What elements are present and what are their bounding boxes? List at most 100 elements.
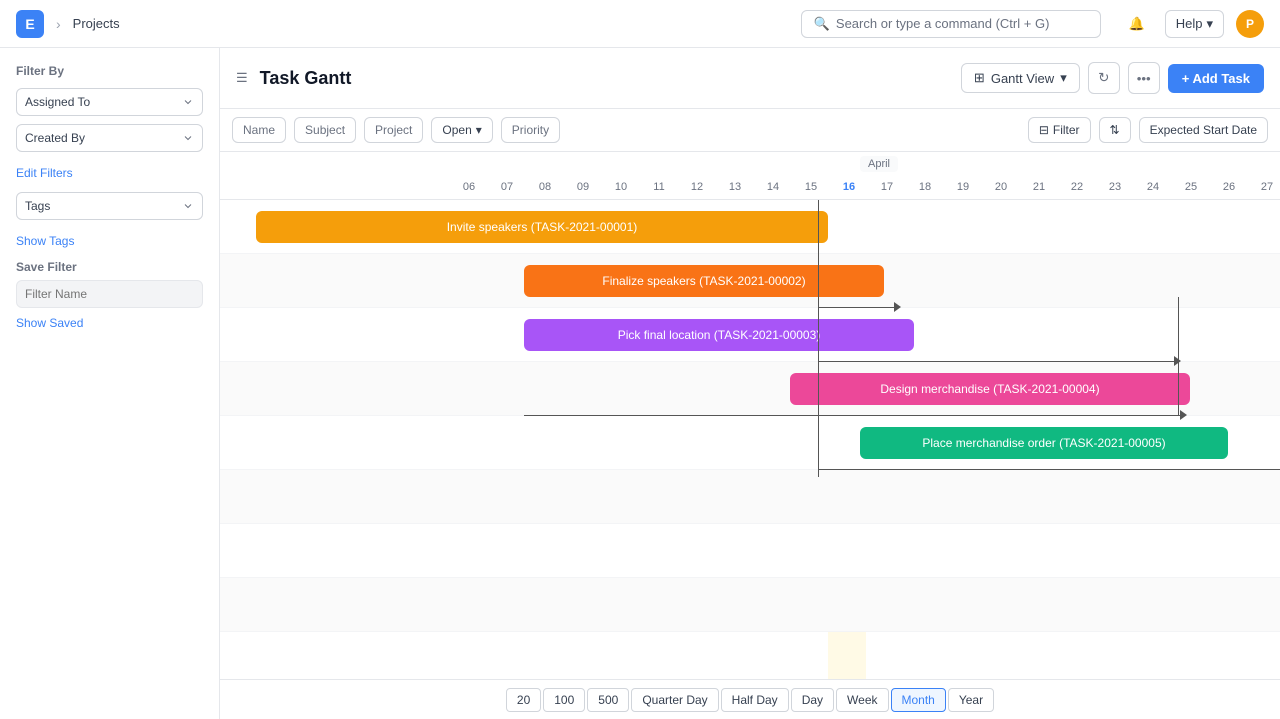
task-row-empty-2: [220, 524, 1280, 578]
task-row-1: Invite speakers (TASK-2021-00001): [220, 200, 1280, 254]
tags-select[interactable]: Tags: [16, 192, 203, 220]
day-button[interactable]: Day: [791, 688, 834, 712]
task-bar-location[interactable]: Pick final location (TASK-2021-00003): [524, 319, 914, 351]
day-17: 17: [868, 181, 906, 193]
search-placeholder: Search or type a command (Ctrl + G): [836, 16, 1050, 31]
task-label-1: Invite speakers (TASK-2021-00001): [447, 220, 638, 234]
day-24: 24: [1134, 181, 1172, 193]
timeline-header: April 06 07 08 09 10 11 12 13 14 15 16 1…: [220, 152, 1280, 200]
subject-field-button[interactable]: Subject: [294, 117, 356, 143]
arrow-line-h4: [818, 469, 1280, 470]
help-label: Help: [1176, 16, 1203, 31]
created-by-select[interactable]: Created By: [16, 124, 203, 152]
status-label: Open: [442, 123, 471, 137]
show-tags-link[interactable]: Show Tags: [16, 234, 203, 248]
name-field-button[interactable]: Name: [232, 117, 286, 143]
quarter-day-button[interactable]: Quarter Day: [631, 688, 718, 712]
main-layout: Filter By Assigned To Created By Edit Fi…: [0, 48, 1280, 719]
task-row-5: Place merchandise order (TASK-2021-00005…: [220, 416, 1280, 470]
task-bar-merchandise-order[interactable]: Place merchandise order (TASK-2021-00005…: [860, 427, 1228, 459]
task-row-2: Finalize speakers (TASK-2021-00002): [220, 254, 1280, 308]
status-dropdown[interactable]: Open ▾: [431, 117, 492, 143]
gantt-rows: Invite speakers (TASK-2021-00001) Finali…: [220, 200, 1280, 679]
zoom-100-button[interactable]: 100: [543, 688, 585, 712]
day-19: 19: [944, 181, 982, 193]
arrow-line-h3: [524, 415, 1184, 416]
gantt-toolbar: Name Subject Project Open ▾ Priority ⊟ F…: [220, 109, 1280, 152]
year-button[interactable]: Year: [948, 688, 994, 712]
arrow-line-h1: [818, 307, 898, 308]
half-day-button[interactable]: Half Day: [721, 688, 789, 712]
show-saved-link[interactable]: Show Saved: [16, 316, 203, 330]
day-18: 18: [906, 181, 944, 193]
task-bar-invite-speakers[interactable]: Invite speakers (TASK-2021-00001): [256, 211, 828, 243]
main-header: ☰ Task Gantt ⊞ Gantt View ▾ ↻ ••• + Add …: [220, 48, 1280, 109]
day-06: 06: [450, 181, 488, 193]
filter-name-input[interactable]: [16, 280, 203, 308]
day-25: 25: [1172, 181, 1210, 193]
gantt-view-label: Gantt View: [991, 71, 1054, 86]
task-row-3: Pick final location (TASK-2021-00003): [220, 308, 1280, 362]
ellipsis-icon: •••: [1137, 71, 1151, 86]
week-button[interactable]: Week: [836, 688, 888, 712]
add-task-button[interactable]: + Add Task: [1168, 64, 1264, 93]
gantt-view-icon: ⊞: [974, 70, 985, 86]
day-07: 07: [488, 181, 526, 193]
main-content: ☰ Task Gantt ⊞ Gantt View ▾ ↻ ••• + Add …: [220, 48, 1280, 719]
zoom-20-button[interactable]: 20: [506, 688, 541, 712]
filter-label: Filter: [1053, 123, 1080, 137]
breadcrumb-separator: ›: [56, 16, 61, 32]
task-row-empty-1: [220, 470, 1280, 524]
sidebar: Filter By Assigned To Created By Edit Fi…: [0, 48, 220, 719]
month-button[interactable]: Month: [891, 688, 946, 712]
project-field-button[interactable]: Project: [364, 117, 423, 143]
search-icon: 🔍: [814, 16, 830, 32]
notifications-bell[interactable]: 🔔: [1121, 8, 1153, 40]
more-options-button[interactable]: •••: [1128, 62, 1160, 94]
day-23: 23: [1096, 181, 1134, 193]
gantt-view-button[interactable]: ⊞ Gantt View ▾: [961, 63, 1080, 93]
bottom-zoom-bar: 20 100 500 Quarter Day Half Day Day Week…: [220, 679, 1280, 719]
task-label-5: Place merchandise order (TASK-2021-00005…: [922, 436, 1165, 450]
refresh-button[interactable]: ↻: [1088, 62, 1120, 94]
task-row-4: Design merchandise (TASK-2021-00004): [220, 362, 1280, 416]
task-label-4: Design merchandise (TASK-2021-00004): [880, 382, 1099, 396]
edit-filters-link[interactable]: Edit Filters: [16, 166, 203, 180]
sort-icon: ⇅: [1110, 123, 1120, 137]
page-title: Task Gantt: [260, 68, 352, 89]
hamburger-icon[interactable]: ☰: [236, 70, 248, 86]
arrow-head-3: [1180, 410, 1187, 420]
gantt-chart: April 06 07 08 09 10 11 12 13 14 15 16 1…: [220, 152, 1280, 679]
avatar[interactable]: P: [1236, 10, 1264, 38]
task-bar-merchandise[interactable]: Design merchandise (TASK-2021-00004): [790, 373, 1190, 405]
task-label-2: Finalize speakers (TASK-2021-00002): [602, 274, 805, 288]
gantt-area: Name Subject Project Open ▾ Priority ⊟ F…: [220, 109, 1280, 719]
chevron-down-icon: ▾: [476, 123, 482, 137]
day-21: 21: [1020, 181, 1058, 193]
search-bar[interactable]: 🔍 Search or type a command (Ctrl + G): [801, 10, 1101, 38]
day-20: 20: [982, 181, 1020, 193]
arrow-line-v1-long: [818, 200, 819, 477]
arrow-head-1: [894, 302, 901, 312]
expected-start-date-button[interactable]: Expected Start Date: [1139, 117, 1268, 143]
day-08: 08: [526, 181, 564, 193]
assigned-to-select[interactable]: Assigned To: [16, 88, 203, 116]
arrow-line-h2: [818, 361, 1178, 362]
days-row: 06 07 08 09 10 11 12 13 14 15 16 17 18 1…: [450, 181, 1280, 193]
filter-icon: ⊟: [1039, 123, 1049, 137]
zoom-500-button[interactable]: 500: [587, 688, 629, 712]
day-16-today: 16: [830, 181, 868, 193]
chevron-down-icon: ▾: [1206, 16, 1213, 32]
priority-field-button[interactable]: Priority: [501, 117, 560, 143]
day-09: 09: [564, 181, 602, 193]
breadcrumb-projects[interactable]: Projects: [73, 16, 120, 31]
help-button[interactable]: Help ▾: [1165, 10, 1224, 38]
day-13: 13: [716, 181, 754, 193]
task-bar-finalize-speakers[interactable]: Finalize speakers (TASK-2021-00002): [524, 265, 884, 297]
sort-button[interactable]: ⇅: [1099, 117, 1131, 143]
chevron-down-icon: ▾: [1060, 70, 1067, 86]
task-row-empty-3: [220, 578, 1280, 632]
day-11: 11: [640, 181, 678, 193]
filter-button[interactable]: ⊟ Filter: [1028, 117, 1091, 143]
top-navigation: E › Projects 🔍 Search or type a command …: [0, 0, 1280, 48]
